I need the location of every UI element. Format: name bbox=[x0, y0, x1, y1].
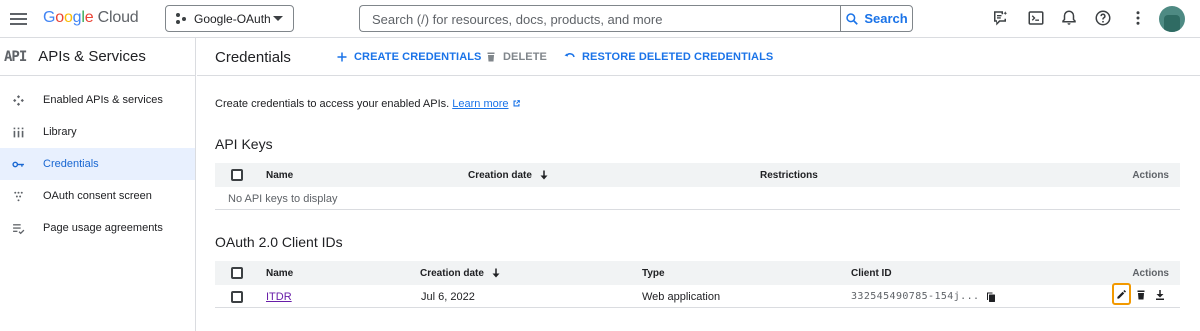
apis-icon bbox=[11, 93, 25, 107]
api-product-icon: API bbox=[4, 48, 27, 65]
column-type: Type bbox=[642, 267, 665, 279]
type-cell: Web application bbox=[642, 290, 721, 303]
copy-icon[interactable] bbox=[985, 291, 997, 303]
library-icon bbox=[11, 125, 25, 139]
page-title: Credentials bbox=[215, 49, 291, 66]
column-creation-date[interactable]: Creation date bbox=[468, 163, 550, 187]
search-input[interactable]: Search (/) for resources, docs, products… bbox=[359, 5, 840, 32]
table-row: ITDR Jul 6, 2022 Web application 3325454… bbox=[215, 283, 1180, 308]
trash-icon bbox=[487, 52, 495, 62]
external-link-icon bbox=[513, 100, 520, 107]
table-header: Name Creation date Restrictions Actions bbox=[215, 163, 1180, 187]
cloud-shell-icon[interactable] bbox=[1026, 8, 1046, 28]
intro-text: Create credentials to access your enable… bbox=[215, 98, 521, 110]
project-icon bbox=[176, 12, 188, 25]
create-credentials-button[interactable]: CREATE CREDENTIALS bbox=[336, 51, 482, 63]
sidebar-item-credentials[interactable]: Credentials bbox=[0, 148, 195, 180]
client-name-link[interactable]: ITDR bbox=[266, 291, 292, 303]
notifications-icon[interactable] bbox=[1059, 8, 1079, 28]
column-name[interactable]: Name bbox=[266, 163, 293, 187]
column-creation-date[interactable]: Creation date bbox=[420, 261, 502, 285]
column-client-id: Client ID bbox=[851, 267, 892, 279]
edit-button[interactable] bbox=[1112, 283, 1131, 305]
google-cloud-logo[interactable]: Google Cloud bbox=[43, 9, 139, 27]
column-actions: Actions bbox=[1132, 267, 1169, 279]
empty-message: No API keys to display bbox=[228, 192, 338, 205]
client-id-cell: 332545490785-154j... bbox=[851, 291, 980, 302]
project-name: Google-OAuth bbox=[194, 11, 271, 26]
column-name[interactable]: Name bbox=[266, 261, 293, 285]
select-all-checkbox[interactable] bbox=[231, 267, 243, 279]
sidebar-item-enabled-apis[interactable]: Enabled APIs & services bbox=[0, 84, 195, 116]
key-icon bbox=[11, 157, 25, 171]
search-button[interactable]: Search bbox=[840, 5, 913, 32]
table-header: Name Creation date Type Client ID Action… bbox=[215, 261, 1180, 285]
avatar[interactable] bbox=[1159, 6, 1185, 32]
sidebar-item-page-usage[interactable]: Page usage agreements bbox=[0, 212, 195, 244]
menu-icon[interactable] bbox=[10, 9, 30, 29]
table-row-empty: No API keys to display bbox=[215, 187, 1180, 210]
api-keys-table: Name Creation date Restrictions Actions … bbox=[215, 163, 1180, 211]
sidebar-item-oauth-consent[interactable]: OAuth consent screen bbox=[0, 180, 195, 212]
api-keys-title: API Keys bbox=[215, 136, 273, 152]
more-vert-icon[interactable] bbox=[1128, 8, 1148, 28]
top-bar: Google Cloud Google-OAuth Search (/) for… bbox=[0, 0, 1200, 38]
learn-more-link[interactable]: Learn more bbox=[452, 98, 508, 110]
column-actions: Actions bbox=[1132, 169, 1169, 181]
sidebar-item-library[interactable]: Library bbox=[0, 116, 195, 148]
select-all-checkbox[interactable] bbox=[231, 169, 243, 181]
help-icon[interactable] bbox=[1093, 8, 1113, 28]
plus-icon bbox=[337, 52, 347, 62]
sort-down-icon bbox=[492, 268, 500, 278]
delete-button[interactable]: DELETE bbox=[485, 51, 547, 63]
download-icon[interactable] bbox=[1154, 289, 1166, 301]
restore-icon bbox=[564, 53, 575, 58]
oauth-client-ids-table: Name Creation date Type Client ID Action… bbox=[215, 261, 1180, 309]
feedback-icon[interactable] bbox=[990, 8, 1010, 28]
oauth-client-ids-title: OAuth 2.0 Client IDs bbox=[215, 234, 343, 250]
column-restrictions: Restrictions bbox=[760, 169, 818, 181]
sidebar-header: API APIs & Services bbox=[0, 38, 196, 76]
sidebar: API APIs & Services Enabled APIs & servi… bbox=[0, 38, 196, 331]
creation-date-cell: Jul 6, 2022 bbox=[421, 290, 475, 303]
search-icon bbox=[846, 12, 859, 25]
caret-down-icon bbox=[273, 16, 283, 21]
sidebar-title: APIs & Services bbox=[38, 48, 146, 65]
agreements-icon bbox=[11, 221, 25, 235]
page-header: Credentials CREATE CREDENTIALS DELETE RE… bbox=[197, 38, 1200, 76]
project-picker[interactable]: Google-OAuth bbox=[165, 5, 294, 32]
edit-icon bbox=[1117, 289, 1126, 299]
delete-icon[interactable] bbox=[1135, 289, 1147, 301]
sort-down-icon bbox=[540, 170, 548, 180]
consent-icon bbox=[11, 189, 25, 203]
row-checkbox[interactable] bbox=[231, 290, 243, 303]
restore-deleted-credentials-button[interactable]: RESTORE DELETED CREDENTIALS bbox=[564, 51, 773, 63]
